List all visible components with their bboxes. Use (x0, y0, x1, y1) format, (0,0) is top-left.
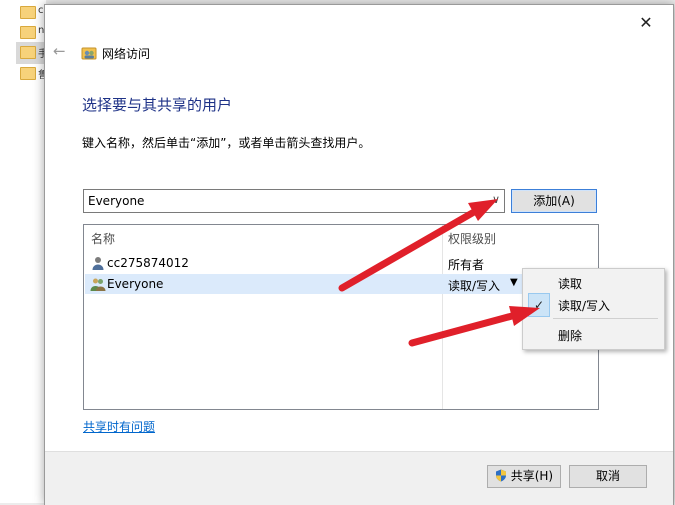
annotation-arrows (338, 199, 540, 347)
red-arrow-to-combo-icon (338, 208, 478, 292)
red-arrow-head-icon (509, 306, 540, 326)
red-arrow-head-icon (468, 199, 498, 221)
red-arrow-to-menu-icon (408, 312, 516, 347)
